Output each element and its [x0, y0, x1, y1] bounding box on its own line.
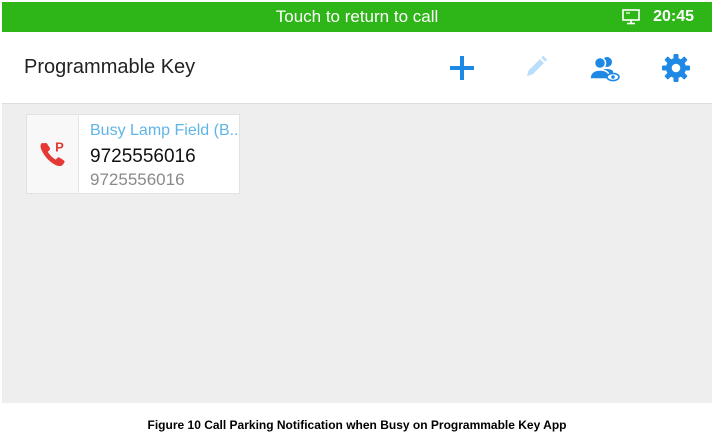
- screen-icon: [622, 9, 640, 25]
- programmable-key-card[interactable]: P Busy Lamp Field (B... 9725556016 97255…: [26, 114, 240, 194]
- return-to-call-text[interactable]: Touch to return to call: [2, 2, 712, 32]
- plus-icon: [450, 56, 474, 80]
- key-sub-number: 9725556016: [90, 170, 185, 189]
- pencil-icon: [527, 55, 548, 76]
- contacts-icon: [589, 56, 620, 82]
- parked-call-icon: P: [40, 140, 65, 167]
- device-screen: Touch to return to call 20:45 Programmab…: [2, 2, 712, 403]
- app-bar: Programmable Key: [2, 32, 712, 104]
- edit-button[interactable]: [519, 52, 551, 84]
- key-label: Busy Lamp Field (B...: [90, 122, 238, 139]
- status-time: 20:45: [653, 8, 694, 25]
- figure-caption: Figure 10 Call Parking Notification when…: [147, 418, 567, 432]
- settings-button[interactable]: [660, 52, 692, 84]
- svg-text:P: P: [55, 140, 64, 155]
- page-title: Programmable Key: [24, 56, 196, 78]
- add-key-button[interactable]: [446, 52, 478, 84]
- gear-icon: [662, 54, 690, 82]
- key-number: 9725556016: [90, 146, 196, 167]
- return-to-call-bar[interactable]: Touch to return to call 20:45: [2, 2, 712, 32]
- contacts-button[interactable]: [588, 52, 620, 84]
- key-icon-box: P: [27, 115, 79, 193]
